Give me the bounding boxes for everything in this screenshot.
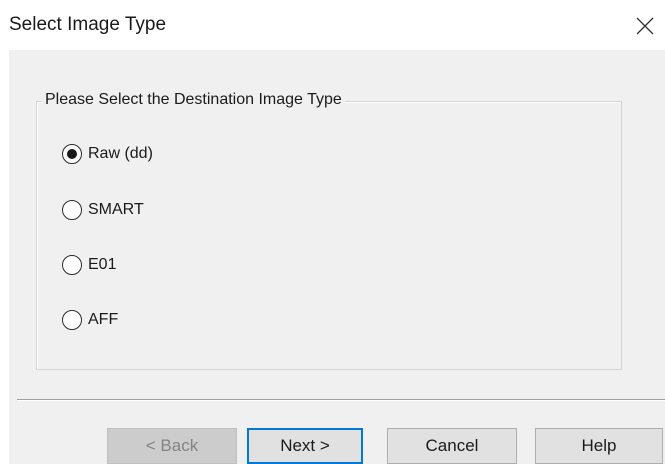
radio-option-raw[interactable]: Raw (dd) — [62, 142, 153, 166]
radio-label: Raw (dd) — [88, 145, 153, 162]
cancel-button[interactable]: Cancel — [387, 428, 517, 464]
close-icon — [636, 17, 654, 35]
radio-label: E01 — [88, 256, 117, 273]
radio-button[interactable] — [62, 255, 82, 275]
radio-button-selected[interactable] — [62, 144, 82, 164]
radio-selected-dot — [67, 149, 77, 159]
radio-button[interactable] — [62, 200, 82, 220]
close-button[interactable] — [625, 8, 665, 44]
radio-option-smart[interactable]: SMART — [62, 198, 144, 222]
next-button[interactable]: Next > — [247, 428, 363, 464]
title-bar: Select Image Type — [0, 0, 665, 50]
group-legend: Please Select the Destination Image Type — [42, 91, 345, 109]
window-title: Select Image Type — [9, 14, 167, 35]
radio-option-e01[interactable]: E01 — [62, 253, 116, 277]
radio-label: AFF — [88, 311, 119, 328]
dialog-client-area: Please Select the Destination Image Type… — [9, 50, 665, 464]
radio-option-aff[interactable]: AFF — [62, 308, 118, 332]
radio-button[interactable] — [62, 310, 82, 330]
help-button[interactable]: Help — [535, 428, 663, 464]
button-separator — [17, 399, 665, 401]
radio-label: SMART — [88, 201, 144, 218]
back-button[interactable]: < Back — [107, 428, 237, 464]
